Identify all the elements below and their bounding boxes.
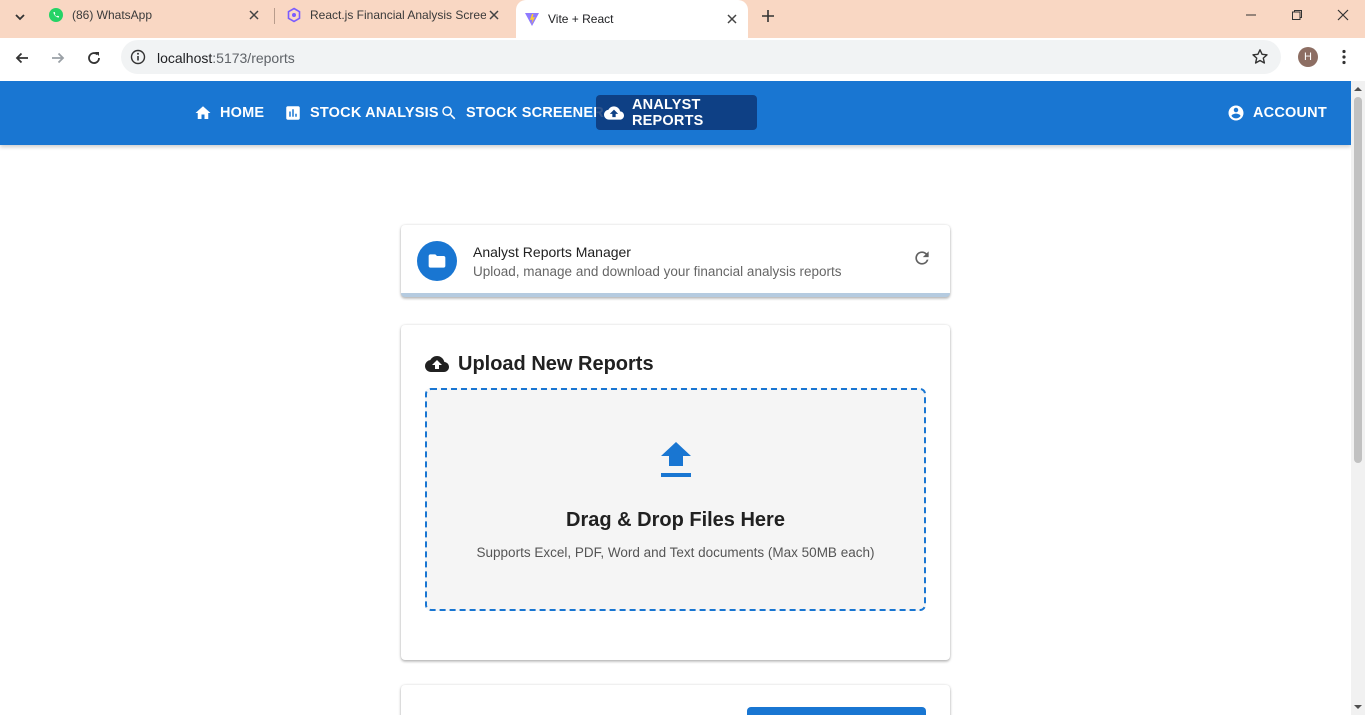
url-text: localhost:5173/reports (157, 50, 295, 66)
tab-separator (274, 8, 275, 24)
back-button[interactable] (6, 42, 38, 74)
arrow-right-icon (52, 52, 65, 64)
account-circle-icon (1228, 105, 1244, 120)
scrollbar-thumb[interactable] (1354, 97, 1362, 463)
reports-action-button[interactable] (747, 707, 926, 715)
nav-analyst-reports-label: ANALYST REPORTS (632, 96, 704, 129)
minimize-button[interactable] (1228, 0, 1274, 30)
reports-manager-header: Analyst Reports Manager Upload, manage a… (401, 225, 950, 297)
home-icon (195, 105, 211, 119)
profile-avatar[interactable]: H (1298, 47, 1318, 67)
close-window-button[interactable] (1320, 0, 1365, 30)
close-tab-icon[interactable] (724, 11, 740, 27)
upload-arrow-icon (661, 442, 691, 477)
browser-menu-button[interactable] (1334, 47, 1354, 67)
plus-icon (762, 10, 774, 22)
tab-whatsapp[interactable]: (86) WhatsApp (40, 0, 270, 30)
address-bar[interactable]: localhost:5173/reports (121, 40, 1281, 74)
refresh-button[interactable] (909, 245, 935, 271)
chatgpt-icon (287, 7, 301, 23)
more-vert-icon (1342, 49, 1346, 65)
refresh-icon (915, 251, 929, 265)
browser-tab-strip: (86) WhatsApp React.js Financial Analysi… (0, 0, 1365, 38)
folder-avatar (417, 241, 457, 281)
upload-card-header: Upload New Reports (425, 352, 654, 376)
reports-list-card (401, 685, 950, 715)
browser-toolbar: localhost:5173/reports H (0, 38, 1365, 80)
scroll-up-icon[interactable] (1354, 85, 1362, 93)
nav-stock-analysis[interactable]: STOCK ANALYSIS (276, 95, 447, 130)
whatsapp-icon (49, 8, 63, 22)
app-nav-bar: HOME STOCK ANALYSIS STOCK SCREENER ANALY… (0, 81, 1351, 145)
tab-title: (86) WhatsApp (72, 8, 153, 22)
tab-title: React.js Financial Analysis Scree (310, 8, 486, 22)
close-icon (1337, 9, 1349, 21)
cloud-upload-icon (425, 356, 449, 372)
file-dropzone[interactable]: Drag & Drop Files Here Supports Excel, P… (425, 388, 926, 611)
nav-account[interactable]: ACCOUNT (1219, 95, 1335, 130)
upload-card: Upload New Reports Drag & Drop Files Her… (401, 325, 950, 660)
nav-account-label: ACCOUNT (1253, 104, 1327, 121)
reload-icon (88, 52, 100, 64)
chevron-down-icon (15, 14, 25, 21)
tab-title: Vite + React (548, 12, 614, 26)
dropzone-subtitle: Supports Excel, PDF, Word and Text docum… (476, 545, 875, 560)
nav-home[interactable]: HOME (186, 95, 272, 130)
dropzone-title: Drag & Drop Files Here (566, 509, 785, 531)
tab-react-financial[interactable]: React.js Financial Analysis Scree (278, 0, 510, 30)
page-title: Analyst Reports Manager (473, 244, 631, 260)
site-info-icon[interactable] (129, 48, 147, 66)
nav-stock-analysis-label: STOCK ANALYSIS (310, 104, 439, 121)
page-subtitle: Upload, manage and download your financi… (473, 264, 842, 279)
minimize-icon (1246, 14, 1256, 16)
upload-section-title: Upload New Reports (458, 352, 654, 375)
restore-icon (1292, 10, 1302, 20)
nav-analyst-reports[interactable]: ANALYST REPORTS (596, 95, 757, 130)
page-viewport: HOME STOCK ANALYSIS STOCK SCREENER ANALY… (0, 81, 1351, 715)
bookmark-star-icon[interactable] (1251, 48, 1269, 66)
url-path: :5173/reports (212, 50, 295, 66)
cloud-upload-icon (604, 105, 624, 120)
vite-icon (525, 13, 539, 26)
tab-search-button[interactable] (8, 5, 32, 29)
nav-stock-screener[interactable]: STOCK SCREENER (432, 95, 612, 130)
close-tab-icon[interactable] (486, 7, 502, 23)
nav-home-label: HOME (220, 104, 265, 121)
tab-vite-react[interactable]: Vite + React (516, 0, 748, 38)
close-tab-icon[interactable] (246, 7, 262, 23)
nav-stock-screener-label: STOCK SCREENER (466, 104, 604, 121)
folder-icon (428, 254, 446, 268)
forward-button[interactable] (42, 42, 74, 74)
reload-button[interactable] (78, 42, 110, 74)
new-tab-button[interactable] (756, 4, 780, 28)
arrow-left-icon (15, 52, 28, 64)
search-icon (442, 105, 456, 119)
page-scrollbar[interactable] (1351, 81, 1365, 715)
scroll-down-icon[interactable] (1354, 703, 1362, 711)
restore-button[interactable] (1274, 0, 1320, 30)
url-host: localhost (157, 50, 213, 66)
chart-icon (286, 105, 300, 120)
